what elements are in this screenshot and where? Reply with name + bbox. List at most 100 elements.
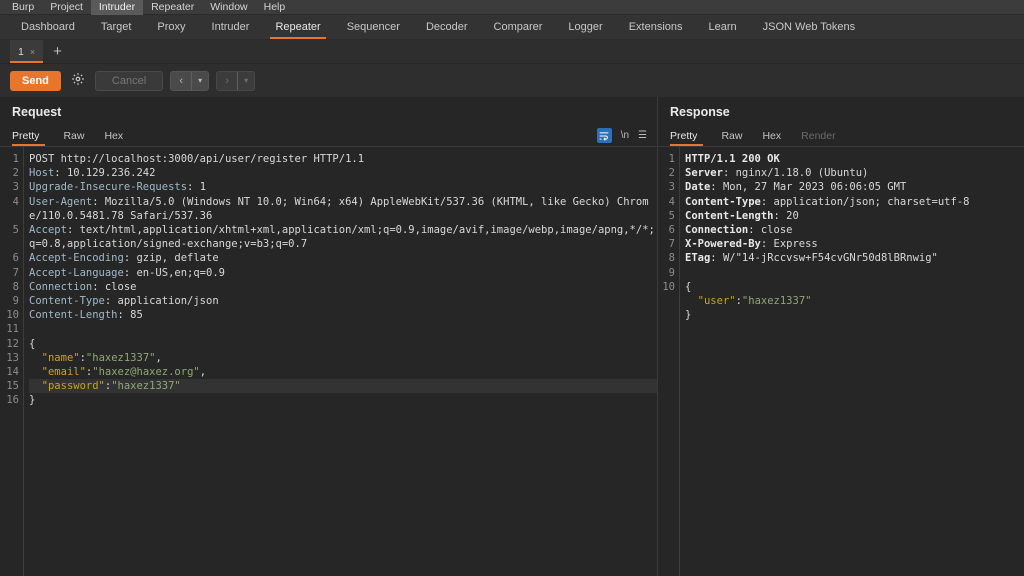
gear-icon (71, 72, 85, 89)
code-line: Content-Type: application/json; charset=… (685, 195, 1024, 209)
line-number: 2 (12, 167, 19, 180)
tab-intruder[interactable]: Intruder (199, 15, 263, 39)
editor-split-panes: Request Pretty Raw Hex \n ☰ 1 2 3 4 5 6 7 8 9 10 1… (0, 97, 1024, 576)
code-line: "password":"haxez1337" (29, 379, 657, 394)
code-segment: "email" (29, 366, 86, 379)
word-wrap-icon[interactable] (596, 128, 612, 143)
tab-target[interactable]: Target (88, 15, 145, 39)
line-number: 7 (668, 238, 675, 251)
response-title: Response (670, 105, 730, 119)
code-segment: "haxez@haxez.org" (92, 366, 200, 379)
menu-item-help[interactable]: Help (256, 0, 294, 15)
request-tab-pretty[interactable]: Pretty (12, 125, 53, 146)
tab-repeater[interactable]: Repeater (262, 15, 333, 39)
request-code[interactable]: POST http://localhost:3000/api/user/regi… (24, 147, 657, 576)
request-tab-hex[interactable]: Hex (94, 125, 133, 146)
chevron-down-icon[interactable]: ▾ (238, 72, 254, 90)
line-number: 10 (662, 280, 675, 293)
tab-comparer[interactable]: Comparer (481, 15, 556, 39)
request-editor[interactable]: 1 2 3 4 5 6 7 8 9 10 11 12 13 14 15 16 POST http://loca… (0, 147, 657, 576)
code-line: Upgrade-Insecure-Requests: 1 (29, 180, 657, 194)
line-number: 6 (668, 224, 675, 237)
menu-item-intruder[interactable]: Intruder (90, 0, 144, 15)
tab-learn[interactable]: Learn (696, 15, 750, 39)
chevron-right-icon[interactable]: › (217, 72, 237, 90)
response-tab-hex[interactable]: Hex (752, 125, 791, 146)
action-toolbar: Send Cancel ‹ ▾ › ▾ (0, 64, 1024, 97)
tab-dashboard[interactable]: Dashboard (8, 15, 88, 39)
line-number: 3 (12, 181, 19, 194)
line-number: 8 (12, 280, 19, 293)
menu-item-burp[interactable]: Burp (4, 0, 42, 15)
code-segment: Server (685, 167, 723, 180)
line-number: 12 (6, 337, 19, 350)
code-line: HTTP/1.1 200 OK (685, 152, 1024, 166)
code-segment: : nginx/1.18.0 (Ubuntu) (722, 167, 869, 180)
settings-button[interactable] (68, 71, 88, 91)
code-line: Host: 10.129.236.242 (29, 166, 657, 180)
code-segment: { (685, 280, 692, 293)
code-segment: User-Agent (29, 195, 93, 208)
line-number: 6 (12, 252, 19, 265)
chevron-left-icon[interactable]: ‹ (171, 72, 191, 90)
code-line: Date: Mon, 27 Mar 2023 06:06:05 GMT (685, 180, 1024, 194)
code-line: "name":"haxez1337", (29, 351, 657, 365)
code-segment: , (155, 351, 162, 364)
code-segment: : application/json (104, 295, 219, 308)
code-line: Content-Length: 85 (29, 308, 657, 322)
newline-icon[interactable]: \n (621, 130, 629, 141)
forward-nav-group[interactable]: › ▾ (216, 70, 256, 91)
menu-item-project[interactable]: Project (42, 0, 91, 15)
repeater-tab-1[interactable]: 1 × (10, 40, 44, 63)
response-pane: Response Pretty Raw Hex Render 1 2345 6789… (658, 97, 1024, 576)
code-segment: : 1 (187, 181, 207, 194)
code-line: POST http://localhost:3000/api/user/regi… (29, 152, 657, 166)
code-segment: ETag (685, 252, 711, 265)
response-line-numbers: 1 2 3 4 5 6 7 8 9 10 (658, 147, 680, 576)
code-segment: Upgrade-Insecure-Requests (29, 181, 188, 194)
line-number: 1 (12, 153, 19, 165)
menu-item-window[interactable]: Window (202, 0, 255, 15)
back-nav-group[interactable]: ‹ ▾ (170, 70, 210, 91)
tab-decoder[interactable]: Decoder (413, 15, 481, 39)
request-title: Request (12, 105, 62, 119)
code-line: Accept: text/html,application/xhtml+xml,… (29, 223, 657, 251)
tab-sequencer[interactable]: Sequencer (334, 15, 413, 39)
code-segment: "name" (29, 351, 80, 364)
code-segment: Content-Type (685, 195, 761, 208)
menu-icon[interactable]: ☰ (638, 130, 647, 141)
line-number: 11 (6, 323, 19, 336)
line-number: 15 (6, 380, 19, 393)
tab-logger[interactable]: Logger (555, 15, 615, 39)
response-tab-pretty[interactable]: Pretty (670, 125, 711, 146)
code-segment: } (29, 394, 36, 407)
cancel-button[interactable]: Cancel (94, 70, 164, 91)
response-code[interactable]: HTTP/1.1 200 OK Server: nginx/1.18.0 (Ubu… (680, 147, 1024, 576)
code-segment: Connection (29, 280, 93, 293)
code-segment: Date (685, 181, 711, 194)
code-line: } (685, 308, 1024, 322)
menu-item-repeater[interactable]: Repeater (143, 0, 202, 15)
code-segment: : 20 (773, 209, 799, 222)
close-icon[interactable]: × (30, 47, 35, 57)
request-tab-raw[interactable]: Raw (53, 125, 94, 146)
tab-extensions[interactable]: Extensions (616, 15, 696, 39)
code-line: ETag: W/"14-jRccvsw+F54cvGNr50d8lBRnwig" (685, 251, 1024, 265)
response-editor[interactable]: 1 2 3 4 5 6 7 8 9 10 HTTP/1.1 200 OK Server: nginx… (658, 147, 1024, 576)
tab-json-web-tokens[interactable]: JSON Web Tokens (750, 15, 869, 39)
request-pane: Request Pretty Raw Hex \n ☰ 1 2 3 4 5 6 7 8 9 10 1… (0, 97, 658, 576)
line-number: 14 (6, 366, 19, 379)
code-segment: { (29, 337, 36, 350)
add-tab-button[interactable]: + (43, 40, 72, 63)
chevron-down-icon[interactable]: ▾ (192, 72, 208, 90)
code-line: User-Agent: Mozilla/5.0 (Windows NT 10.0… (29, 195, 657, 223)
tab-proxy[interactable]: Proxy (144, 15, 198, 39)
code-segment: POST http://localhost:3000/api/user/regi… (29, 153, 365, 165)
code-line: Content-Length: 20 (685, 209, 1024, 223)
response-tab-raw[interactable]: Raw (711, 125, 752, 146)
line-number: 7 (12, 266, 19, 279)
send-button[interactable]: Send (10, 70, 61, 91)
code-segment: "password" (29, 380, 105, 393)
code-segment: : 85 (117, 309, 143, 322)
